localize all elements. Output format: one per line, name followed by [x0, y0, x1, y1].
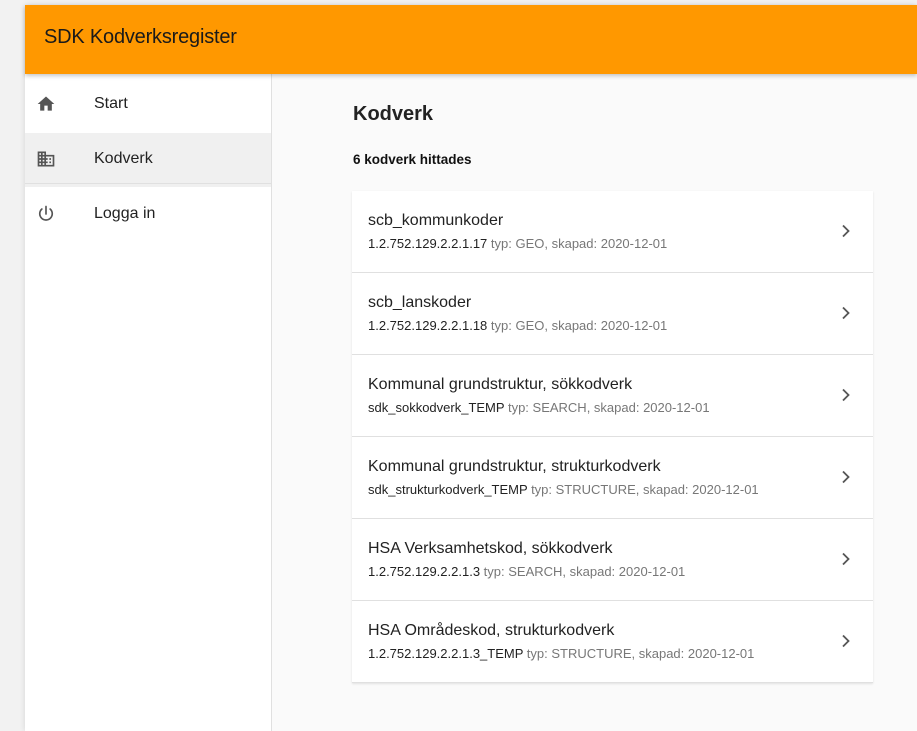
sidebar-item-start[interactable]: Start [25, 78, 271, 132]
item-meta: 1.2.752.129.2.2.1.17 typ: GEO, skapad: 2… [368, 236, 667, 251]
item-meta: 1.2.752.129.2.2.1.18 typ: GEO, skapad: 2… [368, 318, 667, 333]
chevron-right-icon [842, 634, 850, 648]
item-meta: sdk_sokkodverk_TEMP typ: SEARCH, skapad:… [368, 400, 710, 415]
item-meta: 1.2.752.129.2.2.1.3 typ: SEARCH, skapad:… [368, 564, 685, 579]
item-id: sdk_sokkodverk_TEMP [368, 400, 505, 415]
page-title: Kodverk [353, 103, 434, 125]
item-id: sdk_strukturkodverk_TEMP [368, 482, 528, 497]
power-icon [38, 205, 54, 221]
chevron-right-icon [842, 552, 850, 566]
sidebar-divider [25, 183, 271, 184]
building-icon [37, 151, 55, 167]
home-icon [37, 96, 55, 111]
app-bar: SDK Kodverksregister [25, 5, 917, 74]
list-item[interactable]: Kommunal grundstruktur, sökkodverk sdk_s… [352, 355, 873, 437]
item-name: HSA Områdeskod, strukturkodverk [368, 622, 615, 639]
item-id: 1.2.752.129.2.2.1.18 [368, 318, 488, 333]
sidebar-item-label: Logga in [94, 205, 156, 222]
item-id: 1.2.752.129.2.2.1.17 [368, 236, 488, 251]
item-details: typ: STRUCTURE, skapad: 2020-12-01 [531, 482, 759, 497]
item-name: Kommunal grundstruktur, strukturkodverk [368, 458, 661, 475]
item-id: 1.2.752.129.2.2.1.3 [368, 564, 481, 579]
item-details: typ: SEARCH, skapad: 2020-12-01 [483, 564, 686, 579]
list-item[interactable]: scb_kommunkoder 1.2.752.129.2.2.1.17 typ… [352, 191, 873, 273]
list-item[interactable]: scb_lanskoder 1.2.752.129.2.2.1.18 typ: … [352, 273, 873, 355]
item-name: HSA Verksamhetskod, sökkodverk [368, 540, 613, 557]
item-details: typ: GEO, skapad: 2020-12-01 [490, 318, 668, 333]
item-name: scb_kommunkoder [368, 212, 504, 229]
chevron-right-icon [842, 224, 850, 238]
sidebar-item-kodverk[interactable]: Kodverk [25, 133, 271, 187]
sidebar-item-logga-in[interactable]: Logga in [25, 188, 271, 242]
result-count: 6 kodverk hittades [353, 152, 472, 167]
item-meta: 1.2.752.129.2.2.1.3_TEMP typ: STRUCTURE,… [368, 646, 754, 661]
item-name: Kommunal grundstruktur, sökkodverk [368, 376, 633, 393]
sidebar-item-label: Kodverk [94, 150, 153, 167]
item-meta: sdk_strukturkodverk_TEMP typ: STRUCTURE,… [368, 482, 759, 497]
item-name: scb_lanskoder [368, 294, 472, 311]
item-details: typ: STRUCTURE, skapad: 2020-12-01 [526, 646, 755, 661]
kodverk-list: scb_kommunkoder 1.2.752.129.2.2.1.17 typ… [352, 191, 873, 683]
sidebar-item-label: Start [94, 95, 128, 112]
app-window: SDK Kodverksregister Start Kodverk Logga… [25, 5, 917, 731]
app-title: SDK Kodverksregister [44, 26, 237, 48]
chevron-right-icon [842, 306, 850, 320]
main-content: Kodverk 6 kodverk hittades scb_kommunkod… [272, 74, 917, 731]
list-item[interactable]: Kommunal grundstruktur, strukturkodverk … [352, 437, 873, 519]
sidebar: Start Kodverk Logga in [25, 74, 272, 731]
item-details: typ: GEO, skapad: 2020-12-01 [490, 236, 668, 251]
list-item[interactable]: HSA Verksamhetskod, sökkodverk 1.2.752.1… [352, 519, 873, 601]
chevron-right-icon [842, 388, 850, 402]
item-id: 1.2.752.129.2.2.1.3_TEMP [368, 646, 524, 661]
item-details: typ: SEARCH, skapad: 2020-12-01 [507, 400, 710, 415]
chevron-right-icon [842, 470, 850, 484]
list-item[interactable]: HSA Områdeskod, strukturkodverk 1.2.752.… [352, 601, 873, 683]
